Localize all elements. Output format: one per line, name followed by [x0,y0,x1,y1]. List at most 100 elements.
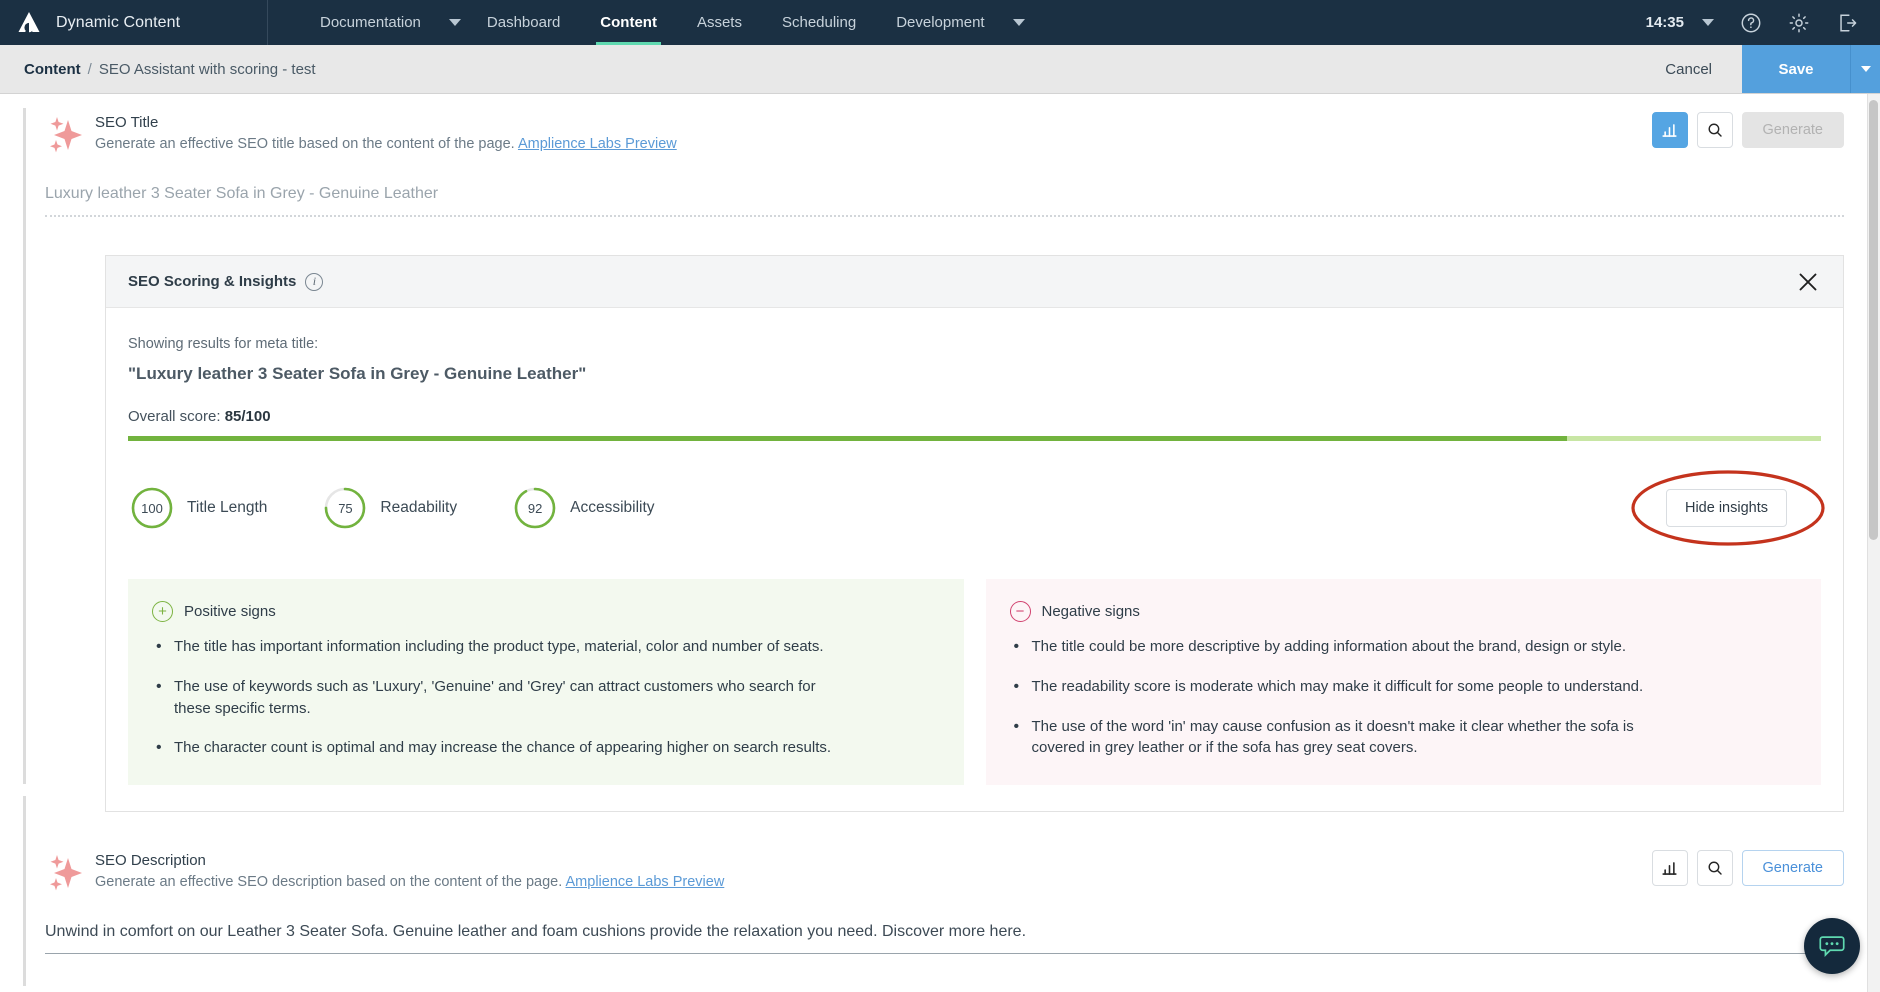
clock-label: 14:35 [1645,14,1684,31]
amplience-logo-icon [16,10,42,36]
nav-label-development: Development [896,14,985,31]
signs-row: + Positive signs The title has important… [128,579,1821,785]
chevron-down-icon[interactable] [448,19,461,26]
list-item: The title has important information incl… [152,635,832,658]
seo-scoring-toggle-button[interactable] [1651,850,1688,886]
positive-signs-title: Positive signs [184,603,276,620]
list-item: The use of the word 'in' may cause confu… [1010,715,1690,760]
breadcrumb-actions: Cancel Save [1635,45,1880,93]
breadcrumb-root[interactable]: Content [24,61,81,78]
seo-scoring-panel: SEO Scoring & Insights i Showing results… [105,255,1844,812]
negative-signs-header: − Negative signs [1009,601,1798,622]
field-description-text: Generate an effective SEO description ba… [95,874,563,890]
score-value: 100 [141,500,163,516]
negative-signs-card: − Negative signs The title could be more… [985,579,1821,785]
amplience-labs-preview-link[interactable]: Amplience Labs Preview [518,136,677,152]
chat-bubble-icon [1819,936,1845,957]
panel-title: SEO Scoring & Insights [128,273,297,290]
nav-label-scheduling: Scheduling [781,14,857,31]
sparkle-icon [45,112,87,169]
hide-insights-wrapper: Hide insights [1628,467,1825,549]
chevron-down-icon[interactable] [1012,19,1025,26]
field-seo-title-actions: Generate [1651,112,1880,148]
breadcrumb-separator: / [87,60,92,78]
overall-score-row: Overall score: 85/100 [128,408,1821,425]
seo-scoring-panel-header: SEO Scoring & Insights i [106,256,1843,308]
nav-label-content: Content [600,14,657,31]
hide-insights-button[interactable]: Hide insights [1665,489,1787,527]
page-scrollbar[interactable] [1867,94,1880,992]
sparkle-icon [45,850,87,907]
score-readability: 75 Readability [323,486,457,530]
logout-icon[interactable] [1836,12,1858,34]
generate-button: Generate [1741,112,1844,148]
score-ring: 75 [323,486,367,530]
search-preview-button[interactable] [1696,850,1733,886]
seo-scoring-panel-body: Showing results for meta title: "Luxury … [106,308,1843,811]
save-button[interactable]: Save [1742,45,1850,93]
form-body: SEO Title Generate an effective SEO titl… [0,94,1880,992]
nav-item-documentation[interactable]: Documentation [300,0,467,45]
chat-bubble-button[interactable] [1804,918,1860,974]
nav-item-assets[interactable]: Assets [677,0,762,45]
score-title-length: 100 Title Length [130,486,267,530]
field-seo-title-text: SEO Title Generate an effective SEO titl… [95,112,677,152]
field-title-label: SEO Description [95,852,206,869]
field-description-text: Generate an effective SEO title based on… [95,136,515,152]
chevron-down-icon [1860,66,1871,72]
overall-score-label: Overall score: [128,408,221,425]
brand-name: Dynamic Content [56,13,181,31]
generate-button[interactable]: Generate [1741,850,1844,886]
info-circle-icon[interactable]: i [305,272,324,291]
scrollbar-thumb[interactable] [1869,100,1878,540]
score-ring: 92 [513,486,557,530]
close-icon[interactable] [1795,269,1821,295]
cancel-button[interactable]: Cancel [1635,45,1742,93]
field-title-label: SEO Title [95,114,159,131]
nav-label-dashboard: Dashboard [486,14,561,31]
field-seo-description-header: SEO Description Generate an effective SE… [45,832,1880,907]
seo-title-input[interactable]: Luxury leather 3 Seater Sofa in Grey - G… [45,185,1844,217]
nav-item-scheduling[interactable]: Scheduling [762,0,876,45]
nav-item-development[interactable]: Development [876,0,1030,45]
save-dropdown-button[interactable] [1850,45,1880,93]
score-label: Title Length [187,499,268,516]
field-seo-title: SEO Title Generate an effective SEO titl… [0,94,1880,812]
meta-title-value: "Luxury leather 3 Seater Sofa in Grey - … [128,364,587,383]
positive-signs-list: The title has important information incl… [152,635,940,759]
field-seo-description: SEO Description Generate an effective SE… [0,832,1880,954]
help-circle-icon[interactable] [1740,12,1762,34]
breadcrumb-leaf: SEO Assistant with scoring - test [98,60,316,78]
field-description: Generate an effective SEO description ba… [95,874,724,890]
gear-icon[interactable] [1788,12,1810,34]
nav-label-documentation: Documentation [320,14,421,31]
field-description: Generate an effective SEO title based on… [95,136,677,152]
seo-description-input[interactable]: Unwind in comfort on our Leather 3 Seate… [45,923,1844,954]
list-item: The character count is optimal and may i… [152,736,832,759]
score-label: Accessibility [570,499,655,516]
search-preview-button[interactable] [1696,112,1733,148]
minus-circle-icon: − [1009,601,1031,622]
positive-signs-card: + Positive signs The title has important… [128,579,964,785]
breadcrumb-bar: Content / SEO Assistant with scoring - t… [0,45,1880,94]
field-seo-description-text: SEO Description Generate an effective SE… [95,850,724,890]
nav-item-dashboard[interactable]: Dashboard [467,0,580,45]
brand-block[interactable]: Dynamic Content [0,0,268,45]
top-navigation-bar: Dynamic Content Documentation Dashboard … [0,0,1880,45]
main-nav: Documentation Dashboard Content Assets S… [300,0,1031,45]
overall-score-progress [128,436,1821,441]
nav-item-content[interactable]: Content [580,0,677,45]
field-seo-description-actions: Generate [1651,850,1880,886]
list-item: The title could be more descriptive by a… [1010,635,1690,658]
amplience-labs-preview-link[interactable]: Amplience Labs Preview [566,874,725,890]
topbar-right-cluster: 14:35 [1646,0,1880,45]
seo-scoring-toggle-button[interactable] [1651,112,1688,148]
showing-results-label: Showing results for meta title: [128,336,319,352]
list-item: The readability score is moderate which … [1010,675,1690,698]
chevron-down-icon[interactable] [1702,19,1714,26]
score-label: Readability [380,499,458,516]
score-ring-row: 100 Title Length 75 Readability 92 Acces… [128,467,1825,549]
overall-score-value: 85/100 [224,408,271,425]
plus-circle-icon: + [152,601,173,622]
negative-signs-title: Negative signs [1041,603,1140,620]
